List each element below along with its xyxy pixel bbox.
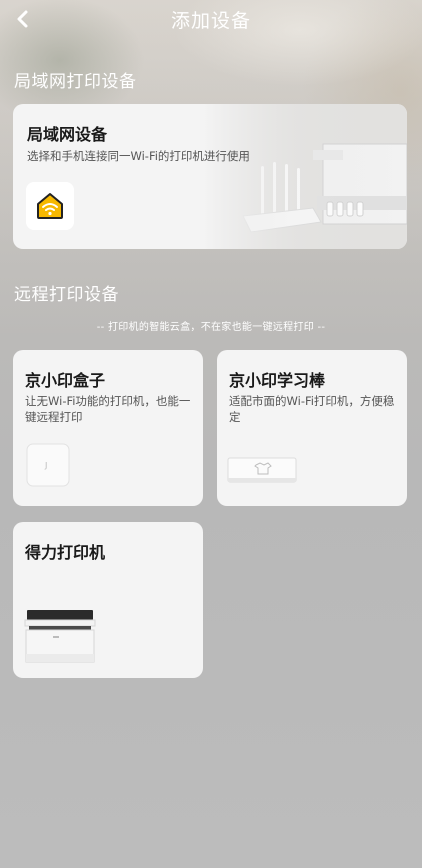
deli-printer-title: 得力打印机	[25, 543, 106, 562]
wifi-home-icon	[37, 193, 63, 219]
lan-device-card[interactable]: 局域网设备 选择和手机连接同一Wi-Fi的打印机进行使用	[13, 104, 407, 249]
print-stick-title: 京小印学习棒	[229, 371, 326, 390]
svg-text:J: J	[44, 461, 47, 470]
router-printer-illustration	[203, 104, 407, 249]
remote-tagline: -- 打印机的智能云盒，不在家也能一键远程打印 --	[96, 322, 326, 333]
print-box-card[interactable]: 京小印盒子 让无Wi-Fi功能的打印机，也能一键远程打印 J	[13, 350, 203, 506]
lan-card-icon-tile	[26, 182, 74, 230]
remote-section-title: 远程打印设备	[14, 285, 119, 305]
lan-card-desc: 选择和手机连接同一Wi-Fi的打印机进行使用	[27, 149, 250, 163]
print-box-title: 京小印盒子	[25, 371, 106, 390]
top-bar: 添加设备	[0, 0, 422, 40]
print-stick-card[interactable]: 京小印学习棒 适配市面的Wi-Fi打印机，方便稳定	[217, 350, 407, 506]
print-box-desc: 让无Wi-Fi功能的打印机，也能一键远程打印	[25, 394, 191, 424]
print-box-image: J	[26, 443, 70, 487]
printer-image	[24, 610, 96, 663]
print-stick-desc: 适配市面的Wi-Fi打印机，方便稳定	[229, 394, 395, 424]
page-title: 添加设备	[170, 10, 251, 32]
lan-card-title: 局域网设备	[27, 125, 108, 144]
print-stick-image	[227, 457, 297, 483]
lan-section-title: 局域网打印设备	[14, 72, 137, 92]
deli-printer-card[interactable]: 得力打印机	[13, 522, 203, 678]
